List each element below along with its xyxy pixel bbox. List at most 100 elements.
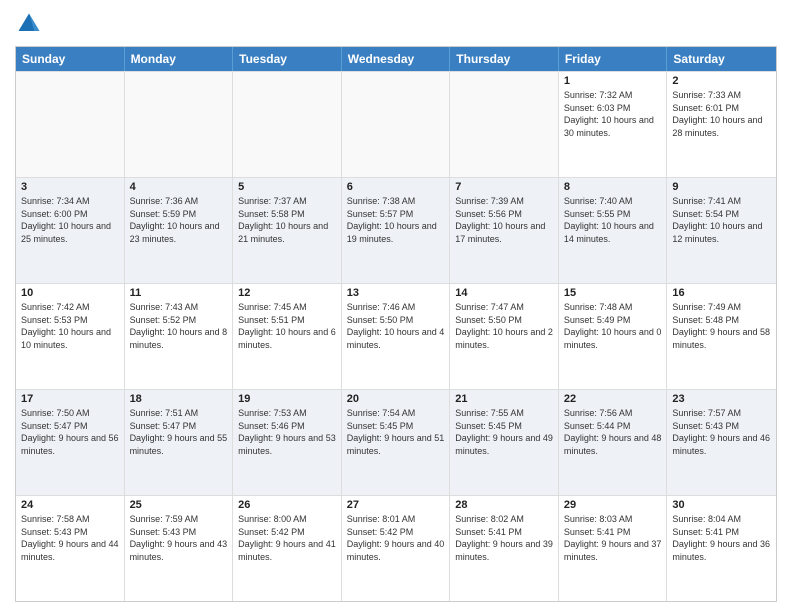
day-info: Sunrise: 8:04 AM Sunset: 5:41 PM Dayligh… xyxy=(672,513,771,563)
day-cell-8: 8 Sunrise: 7:40 AM Sunset: 5:55 PM Daylig… xyxy=(559,178,668,283)
page: SundayMondayTuesdayWednesdayThursdayFrid… xyxy=(0,0,792,612)
empty-cell xyxy=(16,72,125,177)
day-number: 23 xyxy=(672,393,771,405)
day-cell-5: 5 Sunrise: 7:37 AM Sunset: 5:58 PM Daylig… xyxy=(233,178,342,283)
day-cell-12: 12 Sunrise: 7:45 AM Sunset: 5:51 PM Dayli… xyxy=(233,284,342,389)
empty-cell xyxy=(342,72,451,177)
day-info: Sunrise: 7:57 AM Sunset: 5:43 PM Dayligh… xyxy=(672,407,771,457)
day-cell-17: 17 Sunrise: 7:50 AM Sunset: 5:47 PM Dayli… xyxy=(16,390,125,495)
day-cell-10: 10Sunrise: 7:42 AM Sunset: 5:53 PM Dayli… xyxy=(16,284,125,389)
day-info: Sunrise: 7:38 AM Sunset: 5:57 PM Dayligh… xyxy=(347,195,445,245)
day-info: Sunrise: 7:45 AM Sunset: 5:51 PM Dayligh… xyxy=(238,301,336,351)
day-number: 25 xyxy=(130,499,228,511)
day-cell-16: 16Sunrise: 7:49 AM Sunset: 5:48 PM Dayli… xyxy=(667,284,776,389)
day-cell-1: 1 Sunrise: 7:32 AM Sunset: 6:03 PM Daylig… xyxy=(559,72,668,177)
day-number: 6 xyxy=(347,181,445,193)
day-cell-14: 14 Sunrise: 7:47 AM Sunset: 5:50 PM Dayli… xyxy=(450,284,559,389)
day-number: 9 xyxy=(672,181,771,193)
day-number: 17 xyxy=(21,393,119,405)
weekday-header-saturday: Saturday xyxy=(667,47,776,71)
day-number: 27 xyxy=(347,499,445,511)
day-info: Sunrise: 7:51 AM Sunset: 5:47 PM Dayligh… xyxy=(130,407,228,457)
weekday-header-friday: Friday xyxy=(559,47,668,71)
day-number: 2 xyxy=(672,75,771,87)
day-cell-25: 25 Sunrise: 7:59 AM Sunset: 5:43 PM Dayli… xyxy=(125,496,234,601)
day-cell-21: 21 Sunrise: 7:55 AM Sunset: 5:45 PM Dayli… xyxy=(450,390,559,495)
calendar-row-0: 1 Sunrise: 7:32 AM Sunset: 6:03 PM Daylig… xyxy=(16,71,776,177)
day-number: 22 xyxy=(564,393,662,405)
day-info: Sunrise: 7:49 AM Sunset: 5:48 PM Dayligh… xyxy=(672,301,771,351)
day-info: Sunrise: 7:34 AM Sunset: 6:00 PM Dayligh… xyxy=(21,195,119,245)
day-number: 7 xyxy=(455,181,553,193)
day-info: Sunrise: 7:56 AM Sunset: 5:44 PM Dayligh… xyxy=(564,407,662,457)
day-cell-29: 29 Sunrise: 8:03 AM Sunset: 5:41 PM Dayli… xyxy=(559,496,668,601)
weekday-header-tuesday: Tuesday xyxy=(233,47,342,71)
day-info: Sunrise: 7:50 AM Sunset: 5:47 PM Dayligh… xyxy=(21,407,119,457)
day-cell-4: 4 Sunrise: 7:36 AM Sunset: 5:59 PM Daylig… xyxy=(125,178,234,283)
day-info: Sunrise: 7:39 AM Sunset: 5:56 PM Dayligh… xyxy=(455,195,553,245)
day-cell-2: 2 Sunrise: 7:33 AM Sunset: 6:01 PM Daylig… xyxy=(667,72,776,177)
empty-cell xyxy=(125,72,234,177)
day-number: 15 xyxy=(564,287,662,299)
day-cell-30: 30Sunrise: 8:04 AM Sunset: 5:41 PM Dayli… xyxy=(667,496,776,601)
day-number: 4 xyxy=(130,181,228,193)
day-number: 18 xyxy=(130,393,228,405)
day-number: 1 xyxy=(564,75,662,87)
day-cell-18: 18 Sunrise: 7:51 AM Sunset: 5:47 PM Dayli… xyxy=(125,390,234,495)
day-cell-24: 24Sunrise: 7:58 AM Sunset: 5:43 PM Dayli… xyxy=(16,496,125,601)
day-info: Sunrise: 8:01 AM Sunset: 5:42 PM Dayligh… xyxy=(347,513,445,563)
calendar-row-4: 24Sunrise: 7:58 AM Sunset: 5:43 PM Dayli… xyxy=(16,495,776,601)
day-cell-13: 13Sunrise: 7:46 AM Sunset: 5:50 PM Dayli… xyxy=(342,284,451,389)
day-number: 14 xyxy=(455,287,553,299)
calendar-body: 1 Sunrise: 7:32 AM Sunset: 6:03 PM Daylig… xyxy=(16,71,776,601)
day-info: Sunrise: 7:43 AM Sunset: 5:52 PM Dayligh… xyxy=(130,301,228,351)
day-info: Sunrise: 7:46 AM Sunset: 5:50 PM Dayligh… xyxy=(347,301,445,351)
day-number: 26 xyxy=(238,499,336,511)
day-cell-6: 6 Sunrise: 7:38 AM Sunset: 5:57 PM Daylig… xyxy=(342,178,451,283)
day-info: Sunrise: 7:55 AM Sunset: 5:45 PM Dayligh… xyxy=(455,407,553,457)
calendar-row-2: 10Sunrise: 7:42 AM Sunset: 5:53 PM Dayli… xyxy=(16,283,776,389)
day-info: Sunrise: 8:03 AM Sunset: 5:41 PM Dayligh… xyxy=(564,513,662,563)
day-cell-9: 9 Sunrise: 7:41 AM Sunset: 5:54 PM Daylig… xyxy=(667,178,776,283)
day-cell-7: 7 Sunrise: 7:39 AM Sunset: 5:56 PM Daylig… xyxy=(450,178,559,283)
day-cell-20: 20Sunrise: 7:54 AM Sunset: 5:45 PM Dayli… xyxy=(342,390,451,495)
weekday-header-sunday: Sunday xyxy=(16,47,125,71)
empty-cell xyxy=(233,72,342,177)
day-number: 29 xyxy=(564,499,662,511)
day-number: 28 xyxy=(455,499,553,511)
day-number: 5 xyxy=(238,181,336,193)
header xyxy=(15,10,777,38)
day-info: Sunrise: 7:33 AM Sunset: 6:01 PM Dayligh… xyxy=(672,89,771,139)
day-info: Sunrise: 7:36 AM Sunset: 5:59 PM Dayligh… xyxy=(130,195,228,245)
day-cell-3: 3 Sunrise: 7:34 AM Sunset: 6:00 PM Daylig… xyxy=(16,178,125,283)
day-cell-28: 28 Sunrise: 8:02 AM Sunset: 5:41 PM Dayli… xyxy=(450,496,559,601)
day-number: 24 xyxy=(21,499,119,511)
day-cell-19: 19Sunrise: 7:53 AM Sunset: 5:46 PM Dayli… xyxy=(233,390,342,495)
day-info: Sunrise: 7:47 AM Sunset: 5:50 PM Dayligh… xyxy=(455,301,553,351)
day-info: Sunrise: 7:59 AM Sunset: 5:43 PM Dayligh… xyxy=(130,513,228,563)
day-cell-11: 11Sunrise: 7:43 AM Sunset: 5:52 PM Dayli… xyxy=(125,284,234,389)
day-cell-26: 26Sunrise: 8:00 AM Sunset: 5:42 PM Dayli… xyxy=(233,496,342,601)
calendar-row-3: 17 Sunrise: 7:50 AM Sunset: 5:47 PM Dayli… xyxy=(16,389,776,495)
day-number: 19 xyxy=(238,393,336,405)
day-cell-22: 22 Sunrise: 7:56 AM Sunset: 5:44 PM Dayli… xyxy=(559,390,668,495)
day-info: Sunrise: 7:48 AM Sunset: 5:49 PM Dayligh… xyxy=(564,301,662,351)
day-info: Sunrise: 7:32 AM Sunset: 6:03 PM Dayligh… xyxy=(564,89,662,139)
day-info: Sunrise: 7:37 AM Sunset: 5:58 PM Dayligh… xyxy=(238,195,336,245)
calendar-row-1: 3 Sunrise: 7:34 AM Sunset: 6:00 PM Daylig… xyxy=(16,177,776,283)
logo-icon xyxy=(15,10,43,38)
calendar: SundayMondayTuesdayWednesdayThursdayFrid… xyxy=(15,46,777,602)
logo xyxy=(15,10,47,38)
weekday-header-monday: Monday xyxy=(125,47,234,71)
day-cell-27: 27 Sunrise: 8:01 AM Sunset: 5:42 PM Dayli… xyxy=(342,496,451,601)
day-number: 21 xyxy=(455,393,553,405)
day-cell-23: 23 Sunrise: 7:57 AM Sunset: 5:43 PM Dayli… xyxy=(667,390,776,495)
day-number: 8 xyxy=(564,181,662,193)
day-number: 12 xyxy=(238,287,336,299)
day-info: Sunrise: 8:02 AM Sunset: 5:41 PM Dayligh… xyxy=(455,513,553,563)
weekday-header-thursday: Thursday xyxy=(450,47,559,71)
day-info: Sunrise: 7:41 AM Sunset: 5:54 PM Dayligh… xyxy=(672,195,771,245)
day-number: 3 xyxy=(21,181,119,193)
day-info: Sunrise: 7:40 AM Sunset: 5:55 PM Dayligh… xyxy=(564,195,662,245)
day-number: 20 xyxy=(347,393,445,405)
